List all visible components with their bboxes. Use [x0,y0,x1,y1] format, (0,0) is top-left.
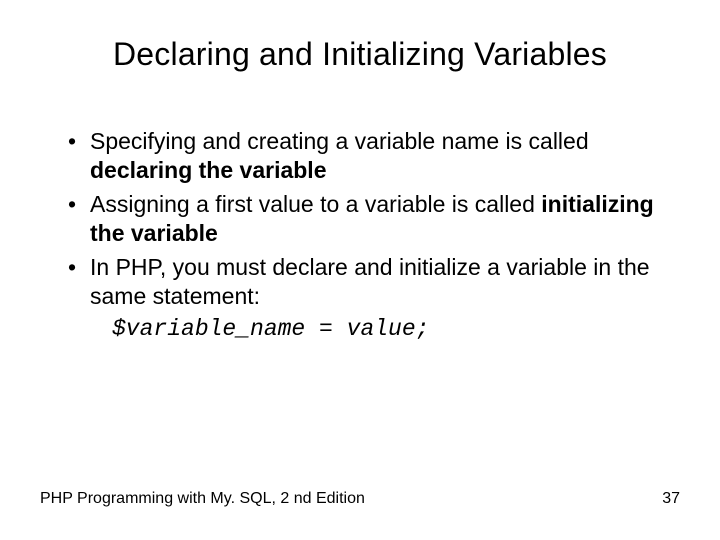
slide-title: Declaring and Initializing Variables [40,36,680,73]
slide: Declaring and Initializing Variables Spe… [0,0,720,540]
list-item: In PHP, you must declare and initialize … [68,253,680,312]
bullet-text: Specifying and creating a variable name … [90,128,589,154]
bullet-text: Assigning a first value to a variable is… [90,191,541,217]
bullet-text: In PHP, you must declare and initialize … [90,254,650,309]
bullet-list: Specifying and creating a variable name … [40,127,680,312]
list-item: Specifying and creating a variable name … [68,127,680,186]
footer: PHP Programming with My. SQL, 2 nd Editi… [40,490,680,508]
bullet-bold: declaring the variable [90,157,326,183]
footer-source: PHP Programming with My. SQL, 2 nd Editi… [40,490,365,508]
code-example: $variable_name = value; [112,316,680,342]
list-item: Assigning a first value to a variable is… [68,190,680,249]
page-number: 37 [662,490,680,508]
